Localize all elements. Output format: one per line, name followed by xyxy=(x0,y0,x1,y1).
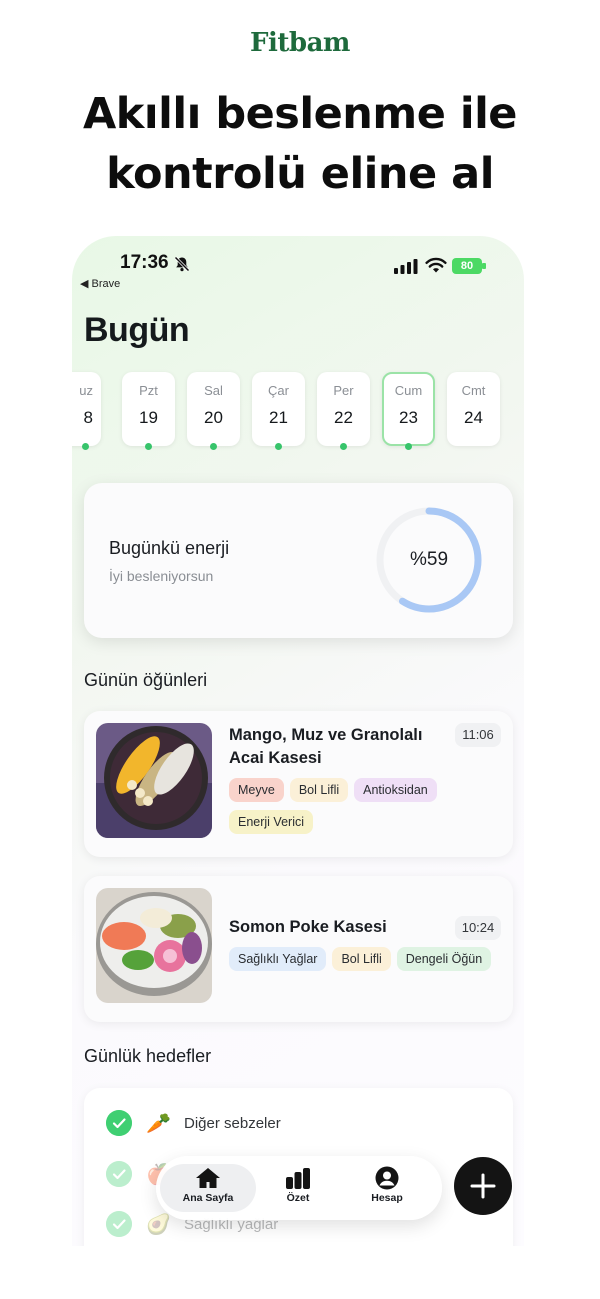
tag: Meyve xyxy=(229,778,284,802)
meal-time: 10:24 xyxy=(455,916,501,940)
headline: Akıllı beslenme ile kontrolü eline al xyxy=(0,84,600,204)
day-item[interactable]: Cmt 24 xyxy=(447,372,500,446)
day-name: Sal xyxy=(204,383,223,398)
salmon-poke-image xyxy=(96,888,212,1003)
day-dot xyxy=(275,443,282,450)
meal-tags: Meyve Bol Lifli Antioksidan Enerji Verici xyxy=(229,778,509,842)
meals-section-title: Günün öğünleri xyxy=(84,670,208,690)
tag: Sağlıklı Yağlar xyxy=(229,947,327,971)
meal-time: 11:06 xyxy=(455,723,501,747)
energy-title: Bugünkü enerji xyxy=(109,538,230,558)
energy-card[interactable]: Bugünkü enerji İyi besleniyorsun %59 xyxy=(84,483,513,638)
check-icon xyxy=(106,1211,132,1237)
add-meal-button[interactable] xyxy=(454,1157,512,1215)
wifi-icon xyxy=(425,257,447,273)
meal-name: Somon Poke Kasesi xyxy=(229,918,387,936)
day-date: 24 xyxy=(464,408,483,427)
goals-section-title: Günlük hedefler xyxy=(84,1046,212,1066)
day-dot xyxy=(82,443,89,450)
day-selector: uz 8 Pzt 19 Sal 20 Çar 21 Per 22 Cum 23 xyxy=(72,372,524,450)
day-dot xyxy=(340,443,347,450)
tag: Dengeli Öğün xyxy=(396,947,492,971)
day-name: Cmt xyxy=(461,383,486,398)
goal-item[interactable]: 🥕 Diğer sebzeler xyxy=(106,1110,466,1138)
check-icon xyxy=(106,1110,132,1136)
tab-summary[interactable]: Özet xyxy=(268,1164,328,1212)
energy-subtitle: İyi besleniyorsun xyxy=(109,568,214,584)
day-name: uz xyxy=(79,383,93,398)
headline-line-2: kontrolü eline al xyxy=(106,149,494,199)
battery-indicator: 80 xyxy=(452,258,482,274)
day-date: 21 xyxy=(269,408,288,427)
battery-charging-icon xyxy=(482,263,486,269)
tab-home[interactable]: Ana Sayfa xyxy=(160,1164,256,1212)
meal-tags: Sağlıklı Yağlar Bol Lifli Dengeli Öğün xyxy=(229,947,514,979)
home-icon xyxy=(196,1168,220,1188)
tab-account[interactable]: Hesap xyxy=(352,1164,422,1212)
user-icon xyxy=(375,1166,399,1190)
tab-label: Ana Sayfa xyxy=(182,1192,234,1204)
signal-icon xyxy=(394,259,418,274)
tab-label: Özet xyxy=(286,1192,310,1204)
bell-muted-icon xyxy=(174,256,190,272)
day-item[interactable]: Sal 20 xyxy=(187,372,240,450)
brand-logo: Fitbam xyxy=(250,28,350,58)
meal-card[interactable]: Somon Poke Kasesi 10:24 Sağlıklı Yağlar B… xyxy=(84,876,513,1022)
day-dot xyxy=(145,443,152,450)
meal-card[interactable]: Mango, Muz ve Granolalı Acai Kasesi 11:0… xyxy=(84,711,513,857)
day-date: 22 xyxy=(334,408,353,427)
carrot-icon: 🥕 xyxy=(146,1111,171,1135)
tag: Enerji Verici xyxy=(229,810,313,834)
day-date: 23 xyxy=(399,408,418,427)
tab-label: Hesap xyxy=(371,1192,403,1204)
day-item[interactable]: Per 22 xyxy=(317,372,370,450)
day-item[interactable]: Çar 21 xyxy=(252,372,305,450)
status-time: 17:36 xyxy=(120,252,169,273)
day-date: 19 xyxy=(139,408,158,427)
day-dot xyxy=(405,443,412,450)
check-icon xyxy=(106,1161,132,1187)
page-title: Bugün xyxy=(84,311,190,349)
avocado-icon: 🥑 xyxy=(146,1212,171,1236)
meal-name: Mango, Muz ve Granolalı Acai Kasesi xyxy=(229,726,423,767)
day-date: 8 xyxy=(83,408,93,427)
day-date: 20 xyxy=(204,408,223,427)
tag: Bol Lifli xyxy=(289,778,349,802)
day-name: Per xyxy=(333,383,354,398)
bar-chart-icon xyxy=(286,1168,310,1189)
phone-screen: 17:36 ◀ Brave 80 Bugün uz 8 Pzt 19 Sal 2… xyxy=(72,236,524,1246)
status-bar: 17:36 ◀ Brave 80 xyxy=(72,250,524,290)
energy-percent: %59 xyxy=(409,549,449,570)
goal-label: Diğer sebzeler xyxy=(184,1115,281,1132)
day-name: Cum xyxy=(394,383,423,398)
day-item-selected[interactable]: Cum 23 xyxy=(382,372,435,450)
plus-icon xyxy=(470,1173,496,1199)
tag: Bol Lifli xyxy=(332,947,391,971)
day-dot xyxy=(210,443,217,450)
day-item[interactable]: Pzt 19 xyxy=(122,372,175,450)
day-name: Çar xyxy=(268,383,289,398)
bottom-tab-bar: Ana Sayfa Özet Hesap xyxy=(156,1156,442,1220)
tag: Antioksidan xyxy=(354,778,437,802)
back-to-app-link[interactable]: ◀ Brave xyxy=(80,277,120,290)
day-name: Pzt xyxy=(139,383,158,398)
headline-line-1: Akıllı beslenme ile xyxy=(83,89,517,139)
acai-bowl-image xyxy=(96,723,212,838)
day-item[interactable]: uz 8 xyxy=(72,372,101,450)
